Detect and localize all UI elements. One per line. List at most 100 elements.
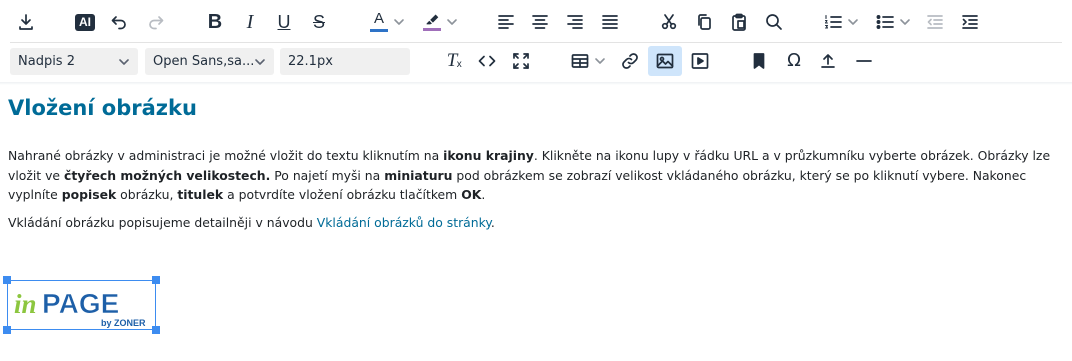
paste-button[interactable] xyxy=(724,7,754,37)
block-format-value: Nadpis 2 xyxy=(18,54,75,69)
omega-icon: Ω xyxy=(787,50,801,71)
text-run: . xyxy=(481,187,486,202)
image-icon xyxy=(656,53,674,69)
fullscreen-icon xyxy=(513,53,529,69)
align-right-button[interactable] xyxy=(560,7,590,37)
strikethrough-button[interactable]: S xyxy=(304,7,334,37)
align-left-icon xyxy=(498,15,514,29)
text-run: Nahrané obrázky v administraci je možné … xyxy=(8,148,444,163)
guide-link[interactable]: Vkládání obrázků do stránky xyxy=(317,215,491,230)
font-size-select[interactable]: 22.1px xyxy=(280,48,410,75)
block-format-select[interactable]: Nadpis 2 xyxy=(10,48,138,75)
align-center-icon xyxy=(532,15,548,29)
chevron-down-icon xyxy=(394,19,404,25)
copy-button[interactable] xyxy=(689,7,719,37)
ai-icon: AI xyxy=(75,13,95,31)
font-size-value: 22.1px xyxy=(288,54,333,69)
ai-button[interactable]: AI xyxy=(70,7,100,37)
toolbar-row-primary: AI B I U S A xyxy=(0,0,1072,43)
redo-icon xyxy=(149,16,164,30)
fullscreen-button[interactable] xyxy=(506,46,536,76)
svg-text:PAGE: PAGE xyxy=(42,288,119,319)
justify-button[interactable] xyxy=(595,7,625,37)
text-run: a potvrdíte vložení obrázku tlačítkem xyxy=(223,187,462,202)
chevron-down-icon xyxy=(900,19,910,25)
upload-icon xyxy=(821,54,835,68)
underline-icon: U xyxy=(277,12,291,32)
copy-icon xyxy=(698,14,711,30)
table-icon xyxy=(571,54,589,68)
bullet-list-button[interactable] xyxy=(875,7,911,37)
clear-format-button[interactable]: Tx xyxy=(437,46,467,76)
text-run: . xyxy=(490,215,495,230)
resize-handle-top-right[interactable] xyxy=(152,276,160,284)
inpage-logo: in PAGE by ZONER xyxy=(14,288,146,328)
toolbar-row-secondary: Nadpis 2 Open Sans,sa... 22.1px Tx Ω xyxy=(0,43,1072,81)
align-right-icon xyxy=(567,15,583,29)
outdent-button[interactable] xyxy=(920,7,950,37)
download-icon xyxy=(19,14,33,30)
paragraph-guide: Vkládání obrázku popisujeme detailněji v… xyxy=(8,213,1064,233)
italic-icon: I xyxy=(246,11,254,33)
numbered-list-button[interactable] xyxy=(823,7,859,37)
paragraph-intro: Nahrané obrázky v administraci je možné … xyxy=(8,146,1064,205)
align-left-button[interactable] xyxy=(491,7,521,37)
media-button[interactable] xyxy=(685,46,715,76)
chevron-down-icon xyxy=(119,58,129,65)
bookmark-button[interactable] xyxy=(744,46,774,76)
editor-toolbar: AI B I U S A Nadpis 2 Open Sans,sa... 22… xyxy=(0,0,1072,85)
special-char-button[interactable]: Ω xyxy=(779,46,809,76)
resize-handle-top-left[interactable] xyxy=(3,276,11,284)
chevron-down-icon xyxy=(848,19,858,25)
insert-file-button[interactable] xyxy=(813,46,843,76)
bullet-list-icon xyxy=(876,15,894,29)
search-button[interactable] xyxy=(759,7,789,37)
search-icon xyxy=(766,14,782,30)
cut-button[interactable] xyxy=(654,7,684,37)
selected-image[interactable]: in PAGE by ZONER xyxy=(3,276,160,334)
text-run: Vkládání obrázku popisujeme detailněji v… xyxy=(8,215,317,230)
text-run: obrázku, xyxy=(116,187,178,202)
bold-run: titulek xyxy=(177,187,224,202)
font-family-select[interactable]: Open Sans,sa... xyxy=(145,48,274,75)
chevron-down-icon xyxy=(447,19,457,25)
media-icon xyxy=(691,53,709,69)
editor-content[interactable]: Vložení obrázku Nahrané obrázky v admini… xyxy=(8,96,1064,230)
undo-button[interactable] xyxy=(104,7,134,37)
bold-run: čtyřech možných velikostech. xyxy=(64,167,271,183)
toolbar-shadow xyxy=(0,82,1072,85)
redo-button[interactable] xyxy=(141,7,171,37)
font-family-value: Open Sans,sa... xyxy=(153,54,254,69)
undo-icon xyxy=(111,16,126,30)
resize-handle-bottom-right[interactable] xyxy=(152,326,160,334)
chevron-down-icon xyxy=(255,58,265,65)
bold-run: ikonu krajiny xyxy=(443,148,534,163)
svg-text:in: in xyxy=(14,289,37,319)
text-run: Po najetí myši na xyxy=(270,167,385,183)
resize-handle-bottom-left[interactable] xyxy=(3,326,11,334)
indent-icon xyxy=(962,15,978,29)
align-center-button[interactable] xyxy=(525,7,555,37)
bookmark-icon xyxy=(753,53,765,69)
bold-run: OK xyxy=(461,187,482,202)
bold-button[interactable]: B xyxy=(200,7,230,37)
table-button[interactable] xyxy=(570,46,606,76)
source-code-icon xyxy=(478,55,496,67)
numbered-list-icon xyxy=(824,14,842,29)
link-button[interactable] xyxy=(615,46,645,76)
indent-button[interactable] xyxy=(955,7,985,37)
outdent-icon xyxy=(927,15,943,29)
download-button[interactable] xyxy=(11,7,41,37)
justify-icon xyxy=(602,15,618,29)
underline-button[interactable]: U xyxy=(269,7,299,37)
horizontal-line-button[interactable] xyxy=(849,46,879,76)
highlight-button[interactable] xyxy=(422,7,458,37)
page-heading: Vložení obrázku xyxy=(8,96,197,120)
source-code-button[interactable] xyxy=(472,46,502,76)
bold-icon: B xyxy=(207,11,223,33)
chevron-down-icon xyxy=(595,58,605,64)
highlight-icon xyxy=(422,11,442,33)
image-button[interactable] xyxy=(648,46,682,76)
italic-button[interactable]: I xyxy=(235,7,265,37)
text-color-button[interactable]: A xyxy=(369,7,405,37)
